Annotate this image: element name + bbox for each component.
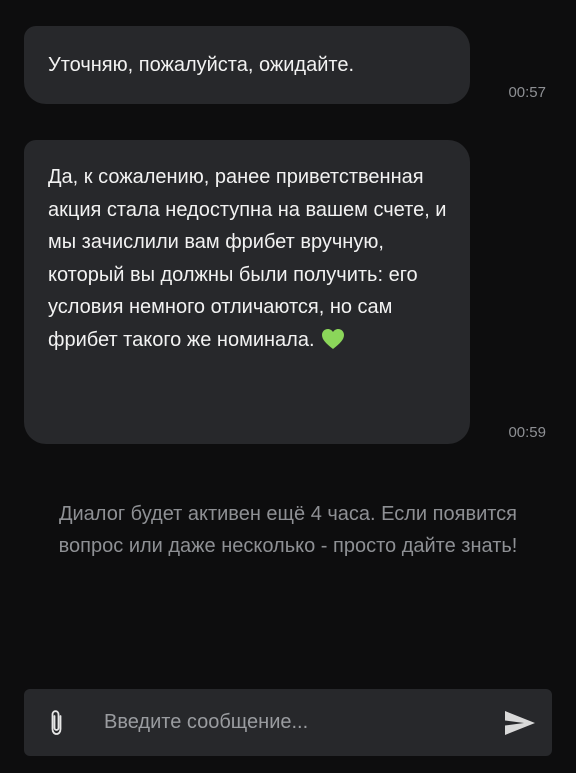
message-body: Да, к сожалению, ранее приветственная ак…	[48, 166, 447, 351]
message-text: Уточняю, пожалуйста, ожидайте.	[48, 54, 355, 76]
message-time: 00:57	[508, 84, 546, 101]
green-heart-icon	[321, 328, 344, 349]
paperclip-icon[interactable]	[44, 708, 70, 738]
message-text: Да, к сожалению, ранее приветственная ак…	[48, 161, 450, 356]
message-time: 00:59	[508, 424, 546, 441]
system-notice: Диалог будет активен ещё 4 часа. Если по…	[58, 503, 518, 557]
chat-window: Уточняю, пожалуйста, ожидайте. 00:57 Да,…	[0, 0, 576, 773]
message-input[interactable]	[104, 689, 484, 756]
message-bubble: Да, к сожалению, ранее приветственная ак…	[24, 140, 470, 444]
message-composer	[24, 689, 552, 756]
message-bubble: Уточняю, пожалуйста, ожидайте.	[24, 26, 470, 104]
send-icon[interactable]	[504, 710, 536, 736]
